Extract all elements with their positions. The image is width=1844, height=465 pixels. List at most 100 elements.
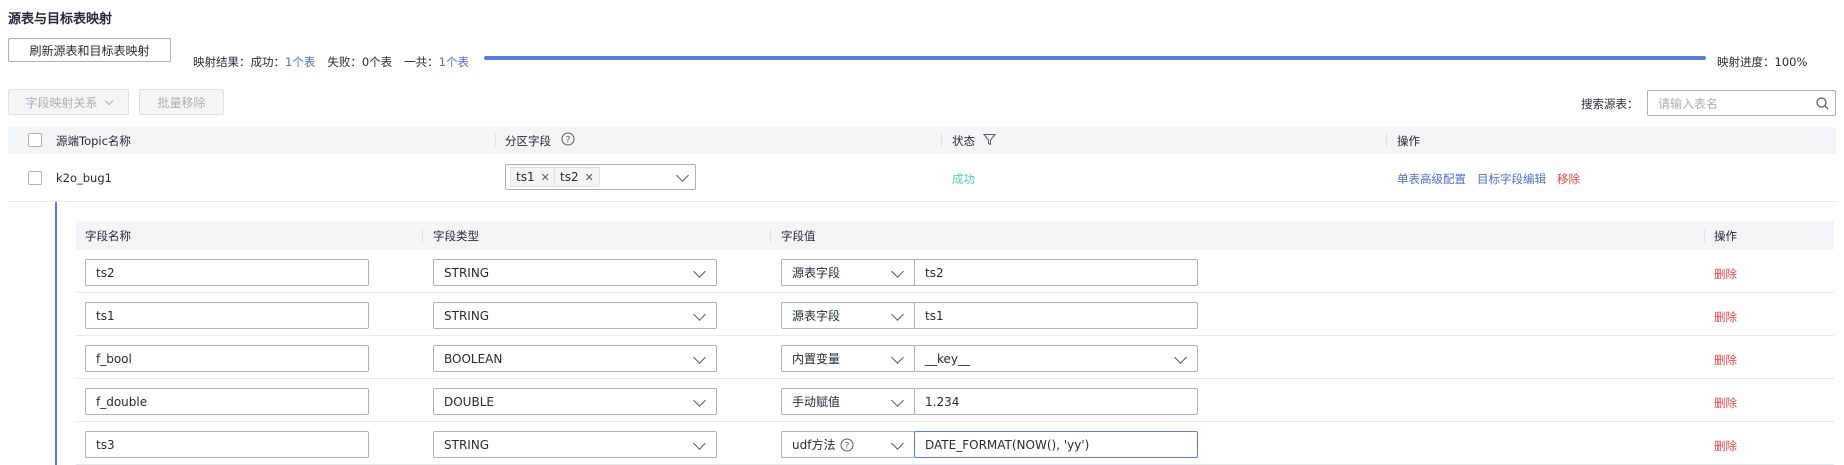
success-label: 成功： bbox=[250, 55, 286, 69]
field-value-text: DATE_FORMAT(NOW(), 'yy') bbox=[925, 437, 1090, 452]
fail-count: 0个表 bbox=[361, 55, 393, 69]
header-partition-field: 分区字段 bbox=[505, 134, 551, 148]
select-all-checkbox[interactable] bbox=[28, 133, 42, 147]
chevron-down-icon bbox=[693, 437, 706, 450]
expand-indicator bbox=[55, 202, 57, 465]
field-row: ts1 STRING 源表字段 ts1 删除 bbox=[76, 293, 1834, 336]
delete-field-link[interactable]: 删除 bbox=[1714, 266, 1737, 282]
field-type-value: BOOLEAN bbox=[444, 351, 503, 366]
field-name-value: ts3 bbox=[96, 437, 115, 452]
field-type-select[interactable]: BOOLEAN bbox=[433, 345, 717, 372]
chevron-down-icon bbox=[693, 308, 706, 321]
search-input[interactable] bbox=[1656, 96, 1810, 112]
delete-field-link[interactable]: 删除 bbox=[1714, 395, 1737, 411]
header-field-name: 字段名称 bbox=[85, 229, 131, 243]
field-name-value: ts1 bbox=[96, 308, 115, 323]
refresh-mapping-button[interactable]: 刷新源表和目标表映射 bbox=[8, 38, 171, 62]
field-value-text: ts2 bbox=[925, 265, 944, 280]
value-mode-select[interactable]: 源表字段 bbox=[781, 302, 915, 329]
chevron-down-icon bbox=[693, 265, 706, 278]
mapping-progress-bar bbox=[484, 56, 1706, 60]
field-mapping-label: 字段映射关系 bbox=[25, 95, 98, 110]
status-badge: 成功 bbox=[952, 172, 975, 186]
total-label: 一共： bbox=[404, 55, 439, 69]
field-name-input[interactable]: f_double bbox=[85, 388, 369, 415]
header-status: 状态 bbox=[952, 134, 975, 148]
field-value-text: 1.234 bbox=[925, 394, 960, 409]
partition-tag-ts2: ts2 ✕ bbox=[554, 167, 600, 187]
field-type-select[interactable]: STRING bbox=[433, 302, 717, 329]
chevron-down-icon bbox=[693, 351, 706, 364]
remove-link[interactable]: 移除 bbox=[1557, 171, 1580, 187]
field-type-select[interactable]: STRING bbox=[433, 431, 717, 458]
field-name-input[interactable]: ts1 bbox=[85, 302, 369, 329]
header-field-type: 字段类型 bbox=[433, 229, 479, 243]
field-type-value: DOUBLE bbox=[444, 394, 494, 409]
column-divider bbox=[1704, 229, 1705, 243]
value-mode-select[interactable]: 源表字段 bbox=[781, 259, 915, 286]
search-input-box[interactable] bbox=[1647, 90, 1836, 116]
batch-remove-button[interactable]: 批量移除 bbox=[139, 89, 224, 115]
field-row: ts2 STRING 源表字段 ts2 删除 bbox=[76, 250, 1834, 293]
field-value-input[interactable]: DATE_FORMAT(NOW(), 'yy') bbox=[914, 431, 1198, 458]
help-icon[interactable]: ? bbox=[840, 438, 854, 452]
field-value-input[interactable]: 1.234 bbox=[914, 388, 1198, 415]
field-value-input[interactable]: ts1 bbox=[914, 302, 1198, 329]
total-count: 1个表 bbox=[438, 55, 469, 69]
value-mode-select[interactable]: udf方法 ? bbox=[781, 431, 915, 458]
column-divider bbox=[495, 133, 496, 147]
success-count: 1个表 bbox=[285, 55, 316, 69]
field-name-value: f_bool bbox=[96, 351, 132, 366]
field-row: f_double DOUBLE 手动赋值 1.234 删除 bbox=[76, 379, 1834, 422]
field-name-input[interactable]: f_bool bbox=[85, 345, 369, 372]
row-topic-name: k2o_bug1 bbox=[56, 171, 112, 185]
chevron-down-icon bbox=[693, 394, 706, 407]
progress-text: 映射进度：100% bbox=[1717, 54, 1807, 70]
edit-target-fields-link[interactable]: 目标字段编辑 bbox=[1477, 171, 1546, 187]
partition-tag-ts1: ts1 ✕ bbox=[510, 167, 556, 187]
header-operation: 操作 bbox=[1397, 134, 1420, 148]
header-source-topic: 源端Topic名称 bbox=[56, 134, 131, 148]
section-title: 源表与目标表映射 bbox=[8, 12, 113, 27]
field-value-input[interactable]: ts2 bbox=[914, 259, 1198, 286]
field-name-input[interactable]: ts2 bbox=[85, 259, 369, 286]
delete-field-link[interactable]: 删除 bbox=[1714, 309, 1737, 325]
help-icon[interactable]: ? bbox=[561, 132, 575, 146]
tag-label: ts1 bbox=[516, 170, 535, 184]
field-type-select[interactable]: STRING bbox=[433, 259, 717, 286]
field-table-header: 字段名称 字段类型 字段值 操作 bbox=[76, 221, 1834, 250]
filter-icon[interactable] bbox=[983, 133, 996, 146]
column-divider bbox=[770, 229, 771, 243]
close-icon[interactable]: ✕ bbox=[541, 171, 550, 184]
value-mode-select[interactable]: 手动赋值 bbox=[781, 388, 915, 415]
chevron-down-icon bbox=[104, 96, 113, 105]
value-mode-label: 内置变量 bbox=[792, 352, 841, 366]
mapping-result: 映射结果： 成功： 1个表 失败： 0个表 一共： 1个表 bbox=[193, 54, 469, 70]
value-mode-select[interactable]: 内置变量 bbox=[781, 345, 915, 372]
chevron-down-icon bbox=[891, 437, 904, 450]
value-mode-label: 源表字段 bbox=[792, 309, 841, 323]
result-label: 映射结果： bbox=[193, 55, 251, 69]
close-icon[interactable]: ✕ bbox=[585, 171, 594, 184]
delete-field-link[interactable]: 删除 bbox=[1714, 438, 1737, 454]
field-name-value: ts2 bbox=[96, 265, 115, 280]
field-value-input[interactable]: __key__ bbox=[914, 345, 1198, 372]
chevron-down-icon bbox=[676, 169, 689, 182]
fail-label: 失败： bbox=[327, 55, 362, 69]
advanced-config-link[interactable]: 单表高级配置 bbox=[1397, 171, 1466, 187]
value-mode-label: 手动赋值 bbox=[792, 395, 841, 409]
svg-text:?: ? bbox=[845, 442, 850, 452]
partition-field-select[interactable]: ts1 ✕ ts2 ✕ bbox=[505, 164, 696, 190]
field-name-input[interactable]: ts3 bbox=[85, 431, 369, 458]
search-icon[interactable] bbox=[1816, 97, 1829, 110]
svg-text:?: ? bbox=[566, 136, 571, 146]
chevron-down-icon bbox=[891, 265, 904, 278]
progress-fill bbox=[484, 56, 1706, 60]
row-checkbox[interactable] bbox=[28, 171, 42, 185]
column-divider bbox=[422, 229, 423, 243]
table-row: k2o_bug1 ts1 ✕ ts2 ✕ 成功 单表高级配置 目标字段编辑 移除 bbox=[8, 154, 1836, 202]
delete-field-link[interactable]: 删除 bbox=[1714, 352, 1737, 368]
field-type-select[interactable]: DOUBLE bbox=[433, 388, 717, 415]
field-mapping-dropdown[interactable]: 字段映射关系 bbox=[8, 89, 129, 115]
field-value-text: ts1 bbox=[925, 308, 944, 323]
